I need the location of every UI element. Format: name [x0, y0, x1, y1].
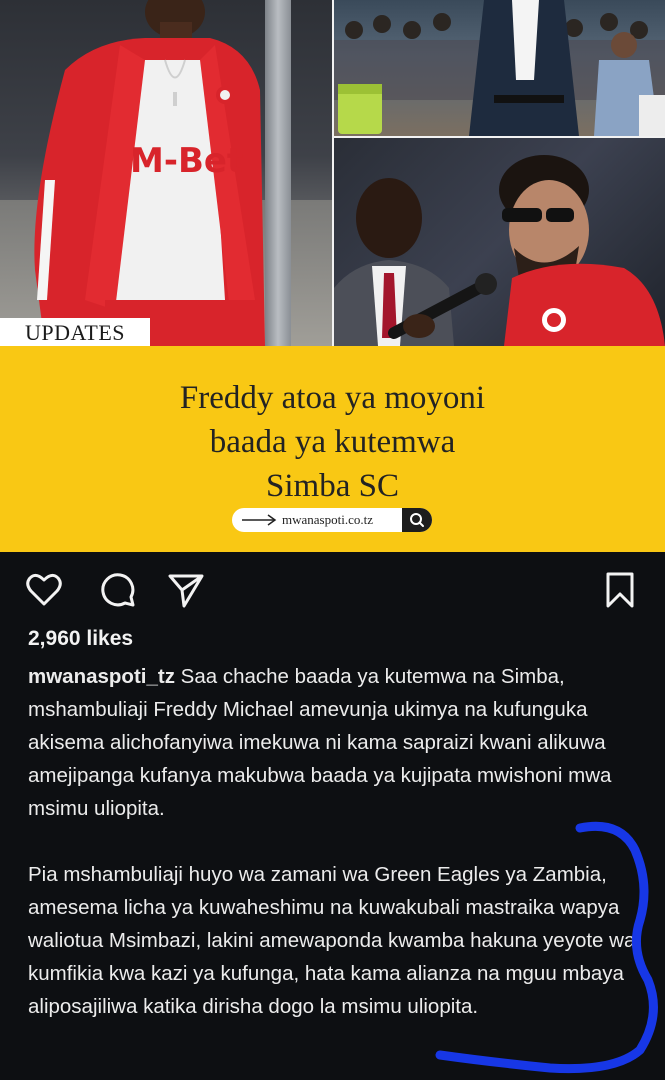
freddy-figure: M-Bet — [34, 0, 265, 346]
headline: Freddy atoa ya moyoni baada ya kutemwa S… — [0, 376, 665, 508]
post-image[interactable]: M-Bet UPDATES Freddy atoa ya moyoni baad… — [0, 0, 665, 552]
arrow-right-icon — [242, 514, 277, 526]
caption-paragraph-2: Pia mshambuliaji huyo wa zamani wa Green… — [28, 863, 636, 1018]
source-domain: mwanaspoti.co.tz — [282, 512, 373, 527]
photo-freddy-airport: M-Bet — [0, 0, 332, 346]
jersey-sponsor-text: M-Bet — [130, 141, 243, 181]
send-icon[interactable] — [166, 570, 206, 610]
caption-paragraph-1: mwanaspoti_tz Saa chache baada ya kutemw… — [28, 660, 648, 825]
image-divider-vertical — [332, 0, 334, 346]
comment-icon[interactable] — [98, 570, 138, 610]
image-divider-horizontal — [334, 136, 665, 138]
photo-interview — [334, 138, 665, 346]
source-pill: mwanaspoti.co.tz — [232, 508, 432, 532]
updates-tag: UPDATES — [0, 318, 150, 348]
headline-band: Freddy atoa ya moyoni baada ya kutemwa S… — [0, 346, 665, 552]
username-link[interactable]: mwanaspoti_tz — [28, 665, 175, 688]
photo-crowd-stands — [334, 0, 665, 136]
likes-count[interactable]: 2,960 likes — [28, 627, 133, 651]
bookmark-icon[interactable] — [600, 570, 640, 610]
heart-icon[interactable] — [24, 570, 64, 610]
search-icon — [402, 508, 432, 532]
headline-line-2: baada ya kutemwa — [209, 424, 456, 460]
caption-text-1: Saa chache baada ya kutemwa na Simba, ms… — [28, 665, 612, 820]
headline-line-3: Simba SC — [266, 468, 399, 504]
headline-line-1: Freddy atoa ya moyoni — [179, 380, 486, 416]
post-caption: mwanaspoti_tz Saa chache baada ya kutemw… — [28, 660, 648, 1023]
